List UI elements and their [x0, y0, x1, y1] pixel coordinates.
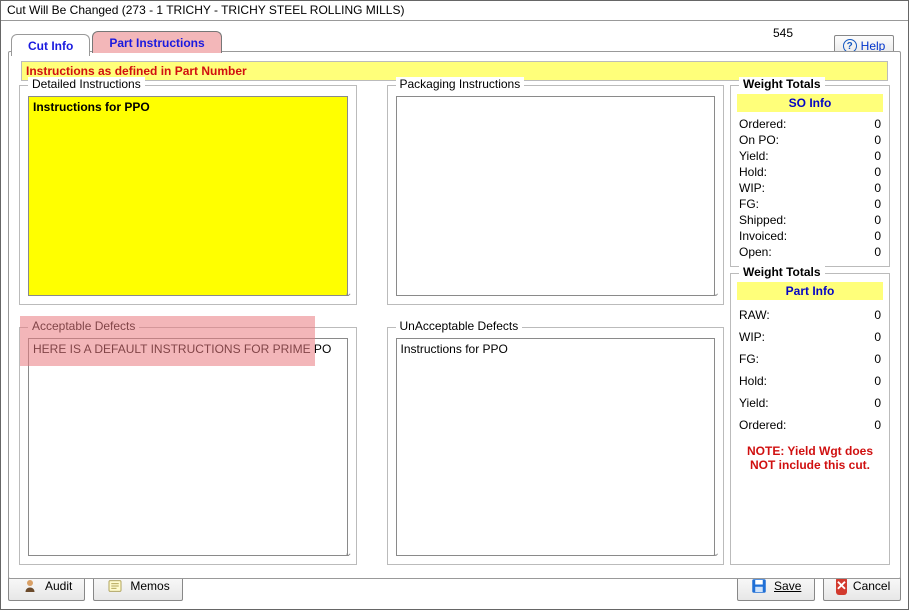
audit-label: Audit [45, 579, 72, 593]
so-row-value: 0 [874, 245, 881, 259]
so-row: On PO: 0 [737, 132, 883, 148]
so-row: Open: 0 [737, 244, 883, 260]
part-row-value: 0 [874, 418, 881, 432]
part-row-label: RAW: [739, 308, 770, 322]
so-row-value: 0 [874, 117, 881, 131]
so-row: Yield: 0 [737, 148, 883, 164]
memos-icon [106, 577, 124, 595]
yield-note: NOTE: Yield Wgt does NOT include this cu… [737, 436, 883, 476]
so-row: WIP: 0 [737, 180, 883, 196]
part-header: Part Info [737, 282, 883, 300]
so-row-label: On PO: [739, 133, 779, 147]
so-row: Ordered: 0 [737, 116, 883, 132]
cancel-label: Cancel [853, 579, 890, 593]
part-row-value: 0 [874, 352, 881, 366]
acceptable-defects-group: Acceptable Defects ⌄ [19, 327, 357, 565]
so-row-value: 0 [874, 229, 881, 243]
part-weight-totals: Weight Totals Part Info RAW:0WIP:0FG:0Ho… [730, 273, 890, 565]
detailed-legend: Detailed Instructions [28, 77, 145, 91]
so-row-value: 0 [874, 165, 881, 179]
packaging-legend: Packaging Instructions [396, 77, 525, 91]
right-column: Weight Totals SO Info Ordered:0On PO:0Yi… [730, 85, 890, 565]
so-row-label: Invoiced: [739, 229, 787, 243]
unacceptable-defects-input[interactable] [396, 338, 716, 556]
cancel-icon: ✕ [836, 577, 847, 595]
part-row-label: Yield: [739, 396, 769, 410]
so-row-value: 0 [874, 197, 881, 211]
so-row-value: 0 [874, 213, 881, 227]
part-row-label: FG: [739, 352, 759, 366]
so-rows: Ordered:0On PO:0Yield:0Hold:0WIP:0FG:0Sh… [737, 116, 883, 260]
so-row-label: FG: [739, 197, 759, 211]
so-weight-totals: Weight Totals SO Info Ordered:0On PO:0Yi… [730, 85, 890, 267]
memos-label: Memos [130, 579, 169, 593]
so-row-label: Ordered: [739, 117, 786, 131]
acceptable-legend: Acceptable Defects [28, 319, 139, 333]
tab-part-instructions[interactable]: Part Instructions [92, 31, 221, 53]
so-row-label: Shipped: [739, 213, 786, 227]
part-row: FG: 0 [737, 348, 883, 370]
instruction-grid: Detailed Instructions ⌄ Packaging Instru… [19, 85, 724, 565]
part-row: RAW: 0 [737, 304, 883, 326]
so-row: Invoiced: 0 [737, 228, 883, 244]
part-row: Hold: 0 [737, 370, 883, 392]
so-header: SO Info [737, 94, 883, 112]
part-row-value: 0 [874, 308, 881, 322]
so-row-value: 0 [874, 133, 881, 147]
so-row-label: Open: [739, 245, 772, 259]
top-number: 545 [773, 26, 793, 40]
part-row: Yield: 0 [737, 392, 883, 414]
tab-cut-info[interactable]: Cut Info [11, 34, 90, 56]
packaging-instructions-group: Packaging Instructions ⌄ [387, 85, 725, 305]
part-group-legend: Weight Totals [739, 265, 825, 279]
part-row: Ordered: 0 [737, 414, 883, 436]
detailed-instructions-input[interactable] [28, 96, 348, 296]
part-row-label: Hold: [739, 374, 767, 388]
tab-panel: Instructions as defined in Part Number D… [8, 51, 901, 579]
so-row-value: 0 [874, 149, 881, 163]
detailed-instructions-group: Detailed Instructions ⌄ [19, 85, 357, 305]
so-group-legend: Weight Totals [739, 77, 825, 91]
body: 545 ? Help Cut Info Part Instructions In… [1, 21, 908, 609]
packaging-instructions-input[interactable] [396, 96, 716, 296]
so-row: Shipped: 0 [737, 212, 883, 228]
part-row-value: 0 [874, 396, 881, 410]
left-column: Detailed Instructions ⌄ Packaging Instru… [19, 85, 724, 565]
acceptable-defects-input[interactable] [28, 338, 348, 556]
so-row: FG: 0 [737, 196, 883, 212]
unacceptable-legend: UnAcceptable Defects [396, 319, 523, 333]
part-row-value: 0 [874, 330, 881, 344]
tab-strip: Cut Info Part Instructions [11, 31, 224, 53]
part-row: WIP: 0 [737, 326, 883, 348]
so-row: Hold: 0 [737, 164, 883, 180]
window-title: Cut Will Be Changed (273 - 1 TRICHY - TR… [1, 1, 908, 21]
so-row-label: Hold: [739, 165, 767, 179]
unacceptable-defects-group: UnAcceptable Defects ⌄ [387, 327, 725, 565]
part-row-value: 0 [874, 374, 881, 388]
part-row-label: Ordered: [739, 418, 786, 432]
so-row-value: 0 [874, 181, 881, 195]
save-label: Save [774, 579, 801, 593]
save-icon [750, 577, 768, 595]
so-row-label: WIP: [739, 181, 765, 195]
audit-icon [21, 577, 39, 595]
columns: Detailed Instructions ⌄ Packaging Instru… [9, 81, 900, 575]
part-row-label: WIP: [739, 330, 765, 344]
so-row-label: Yield: [739, 149, 769, 163]
window: Cut Will Be Changed (273 - 1 TRICHY - TR… [0, 0, 909, 610]
part-rows: RAW: 0 WIP: 0 FG: 0 Hold: 0 Yield: 0 Ordered: 0 [737, 304, 883, 436]
